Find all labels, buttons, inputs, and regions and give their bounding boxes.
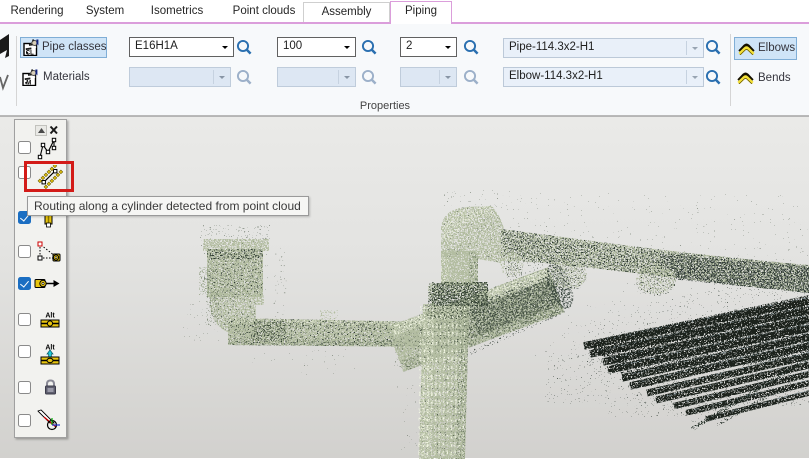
svg-text:CL: CL — [26, 50, 34, 56]
svg-text:M: M — [26, 80, 31, 86]
svg-text:Alt: Alt — [45, 313, 55, 320]
